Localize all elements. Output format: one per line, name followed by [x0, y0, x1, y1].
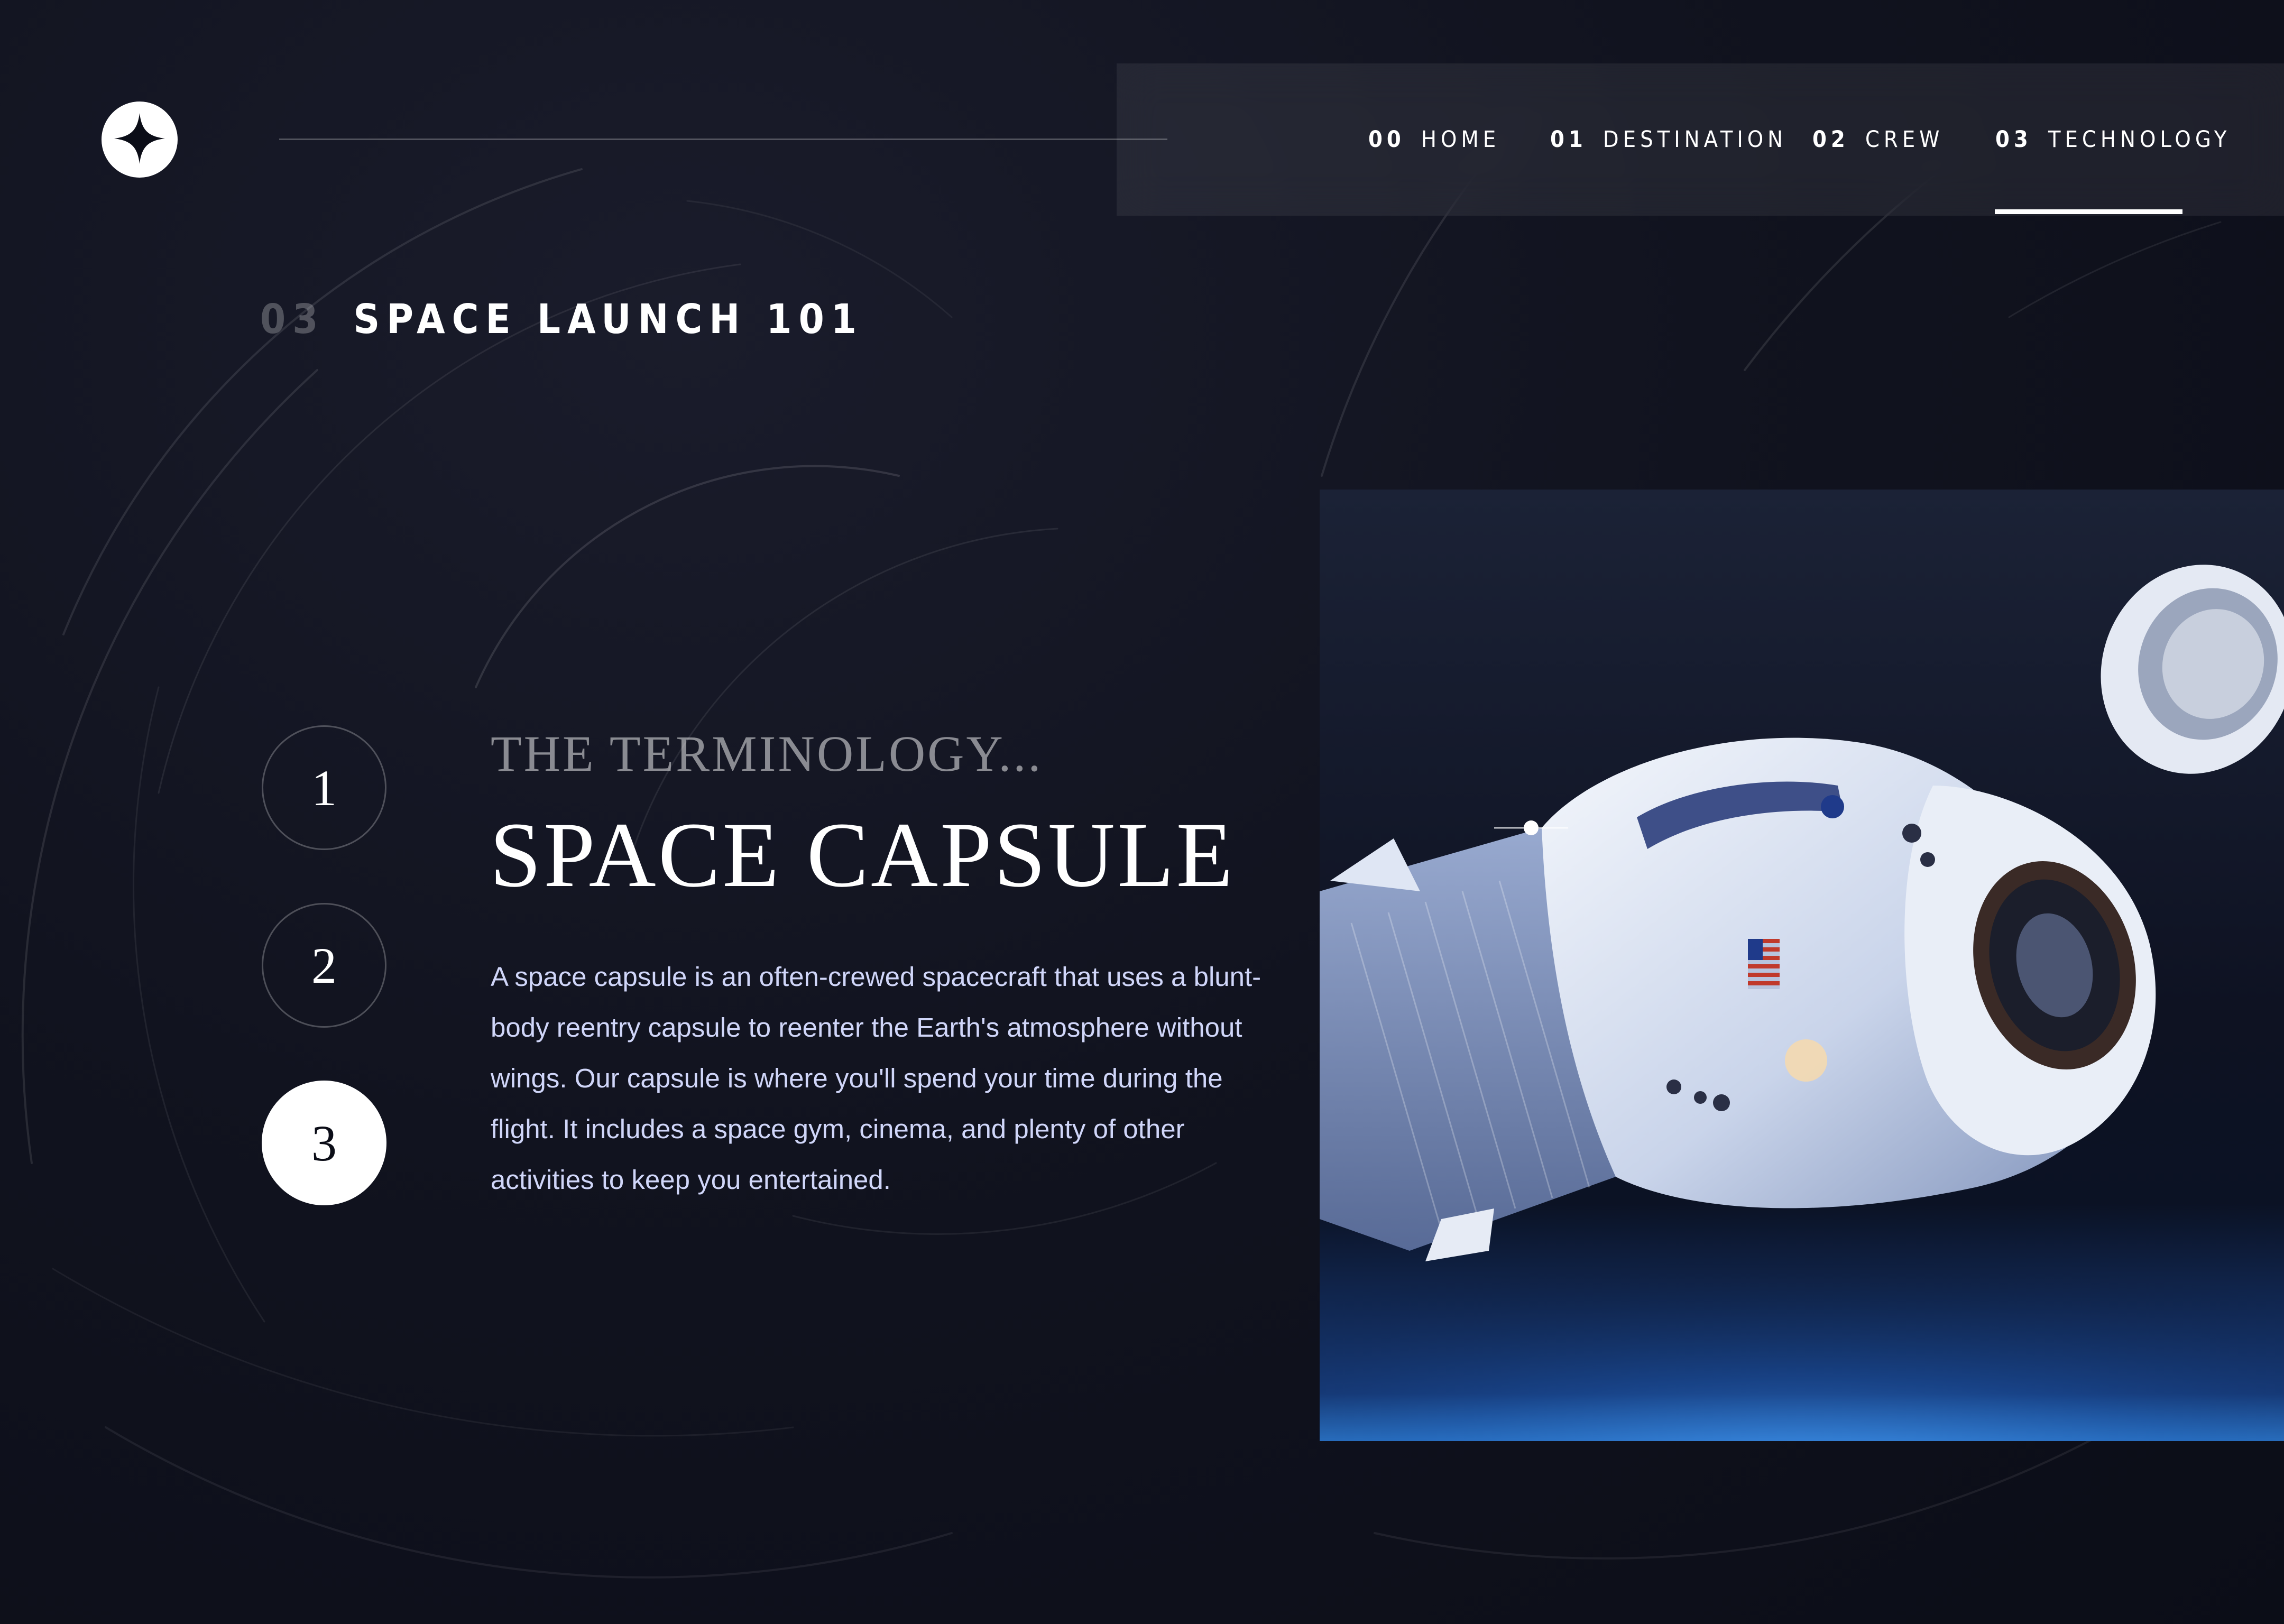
space-capsule-illustration: [1320, 565, 2284, 1441]
page-heading: 03 SPACE LAUNCH 101: [260, 296, 863, 343]
page-heading-number: 03: [260, 296, 325, 343]
step-button-1[interactable]: 1: [262, 725, 386, 850]
content-description: A space capsule is an often-crewed space…: [491, 962, 1261, 1195]
step-label: 3: [311, 1114, 337, 1171]
nav-item-number: 01: [1550, 126, 1587, 153]
nav-item-number: 02: [1812, 126, 1849, 153]
step-label: 2: [311, 937, 337, 994]
nav-active-indicator: [1995, 209, 2182, 214]
nav-item-label: DESTINATION: [1603, 126, 1788, 153]
step-label: 1: [311, 759, 337, 816]
content-title: SPACE CAPSULE: [490, 804, 1235, 907]
nav-item-technology[interactable]: 03 TECHNOLOGY: [1995, 63, 2231, 216]
nav-item-label: TECHNOLOGY: [2048, 126, 2231, 153]
page-heading-title: SPACE LAUNCH 101: [353, 296, 863, 343]
nav-item-label: CREW: [1865, 126, 1944, 153]
primary-nav: 00 HOME 01 DESTINATION 02 CREW 03 TECHNO…: [1117, 63, 2284, 216]
nav-item-label: HOME: [1421, 126, 1500, 153]
content-eyebrow: THE TERMINOLOGY...: [491, 725, 1043, 782]
logo[interactable]: [102, 102, 178, 178]
header-divider: [279, 139, 1167, 140]
nav-item-number: 03: [1995, 126, 2032, 153]
nav-item-home[interactable]: 00 HOME: [1368, 63, 1500, 216]
nav-item-crew[interactable]: 02 CREW: [1812, 63, 1944, 216]
nav-item-number: 00: [1368, 126, 1405, 153]
step-button-3[interactable]: 3: [262, 1081, 386, 1205]
nav-item-destination[interactable]: 01 DESTINATION: [1550, 63, 1787, 216]
step-button-2[interactable]: 2: [262, 903, 386, 1028]
star-logo-icon: [102, 100, 178, 179]
space-capsule-image: [1320, 490, 2284, 1441]
